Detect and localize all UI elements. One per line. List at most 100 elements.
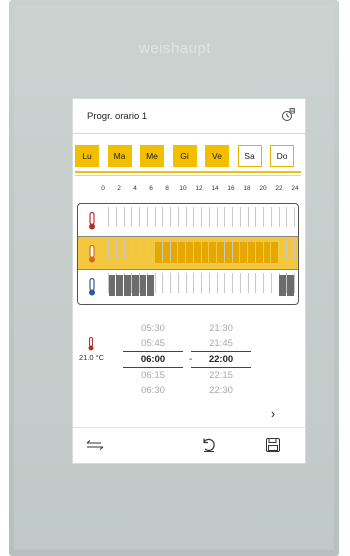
grid-tick bbox=[146, 207, 148, 227]
schedule-block[interactable] bbox=[155, 242, 162, 263]
schedule-block[interactable] bbox=[255, 242, 263, 263]
clock-calendar-icon[interactable] bbox=[281, 108, 295, 122]
schedule-block[interactable] bbox=[116, 275, 123, 296]
schedule-block[interactable] bbox=[124, 275, 131, 296]
time-option[interactable]: 05:30 bbox=[123, 321, 183, 336]
grid-tick bbox=[185, 273, 187, 293]
grid-tick bbox=[170, 273, 171, 293]
grid-tick bbox=[177, 273, 179, 293]
grid-tick bbox=[139, 240, 140, 260]
day-button-sa[interactable]: Sa bbox=[237, 145, 262, 167]
time-option[interactable]: 05:45 bbox=[123, 336, 183, 351]
grid-tick bbox=[232, 207, 233, 227]
grid-tick bbox=[162, 273, 164, 293]
schedule-block[interactable] bbox=[224, 242, 232, 263]
grid-tick bbox=[232, 273, 233, 293]
schedule-grid[interactable] bbox=[77, 203, 299, 305]
grid-tick bbox=[286, 240, 288, 260]
hour-label: 22 bbox=[275, 185, 283, 192]
back-button[interactable] bbox=[75, 432, 115, 458]
thermometer-orange-icon bbox=[89, 245, 95, 263]
schedule-block[interactable] bbox=[170, 242, 178, 263]
hour-label: 18 bbox=[243, 185, 251, 192]
grid-tick bbox=[131, 207, 133, 227]
time-option[interactable]: 21:30 bbox=[191, 321, 251, 336]
schedule-block[interactable] bbox=[147, 275, 154, 296]
time-selector: 05:30 05:45 06:00 06:15 06:30 - 21:30 21:45 22… bbox=[73, 321, 305, 407]
selected-time[interactable]: 22:00 bbox=[191, 351, 251, 368]
schedule-block[interactable] bbox=[108, 275, 116, 296]
grid-tick bbox=[239, 273, 241, 293]
grid-tick bbox=[154, 207, 156, 227]
grid-tick bbox=[294, 240, 295, 260]
hour-label: 4 bbox=[133, 185, 137, 192]
grid-tick bbox=[154, 273, 156, 293]
grid-tick bbox=[224, 207, 226, 227]
grid-tick bbox=[208, 207, 210, 227]
schedule-block[interactable] bbox=[139, 275, 147, 296]
hour-label: 6 bbox=[149, 185, 153, 192]
time-option[interactable]: 06:15 bbox=[123, 368, 183, 383]
schedule-block[interactable] bbox=[263, 242, 271, 263]
schedule-block[interactable] bbox=[186, 242, 193, 263]
undo-button[interactable] bbox=[189, 432, 229, 458]
day-button-lu[interactable]: Lu bbox=[75, 145, 99, 167]
day-button-me[interactable]: Me bbox=[140, 145, 164, 167]
schedule-block[interactable] bbox=[209, 242, 216, 263]
start-time-picker[interactable]: 05:30 05:45 06:00 06:15 06:30 bbox=[123, 321, 183, 398]
schedule-row-2[interactable] bbox=[78, 237, 298, 269]
grid-tick bbox=[201, 207, 202, 227]
selected-time[interactable]: 06:00 bbox=[123, 351, 183, 368]
hour-label: 2 bbox=[117, 185, 121, 192]
grid-tick bbox=[185, 207, 187, 227]
grid-tick bbox=[170, 207, 171, 227]
grid-tick bbox=[216, 207, 218, 227]
schedule-block[interactable] bbox=[178, 242, 185, 263]
schedule-block[interactable] bbox=[131, 275, 139, 296]
schedule-row-1[interactable] bbox=[78, 204, 298, 236]
grid-tick bbox=[216, 273, 218, 293]
grid-tick bbox=[263, 273, 264, 293]
grid-tick bbox=[278, 207, 280, 227]
end-time-picker[interactable]: 21:30 21:45 22:00 22:15 22:30 bbox=[191, 321, 251, 398]
hour-label: 12 bbox=[195, 185, 203, 192]
time-option[interactable]: 22:30 bbox=[191, 383, 251, 398]
grid-tick bbox=[247, 273, 249, 293]
grid-tick bbox=[239, 207, 241, 227]
hour-scale: 0 2 4 6 8 10 12 14 16 18 20 22 24 bbox=[101, 185, 299, 197]
day-button-do[interactable]: Do bbox=[270, 145, 294, 167]
schedule-block[interactable] bbox=[286, 275, 294, 296]
grid-tick bbox=[115, 240, 117, 260]
day-button-ve[interactable]: Ve bbox=[205, 145, 229, 167]
grid-tick bbox=[270, 273, 272, 293]
day-button-gi[interactable]: Gi bbox=[172, 145, 197, 167]
grid-tick bbox=[255, 273, 257, 293]
schedule-block[interactable] bbox=[248, 242, 255, 263]
grid-tick bbox=[131, 240, 133, 260]
next-button[interactable]: › bbox=[259, 405, 287, 423]
schedule-row-3[interactable] bbox=[78, 270, 298, 302]
schedule-block[interactable] bbox=[240, 242, 247, 263]
hour-label: 10 bbox=[179, 185, 187, 192]
day-button-ma[interactable]: Ma bbox=[107, 145, 132, 167]
schedule-block[interactable] bbox=[217, 242, 224, 263]
hour-label: 20 bbox=[259, 185, 267, 192]
weekday-selector: Lu Ma Me Gi Ve Sa Do bbox=[75, 145, 301, 169]
hour-label: 0 bbox=[101, 185, 105, 192]
schedule-block[interactable] bbox=[279, 275, 286, 296]
time-option[interactable]: 06:30 bbox=[123, 383, 183, 398]
grid-tick bbox=[139, 207, 140, 227]
schedule-block[interactable] bbox=[193, 242, 201, 263]
time-option[interactable]: 21:45 bbox=[191, 336, 251, 351]
save-button[interactable] bbox=[253, 432, 293, 458]
day-underline bbox=[75, 171, 301, 173]
schedule-block[interactable] bbox=[271, 242, 278, 263]
schedule-block[interactable] bbox=[201, 242, 209, 263]
day-divider bbox=[75, 175, 301, 176]
time-option[interactable]: 22:15 bbox=[191, 368, 251, 383]
thermometer-red-icon bbox=[89, 212, 95, 230]
schedule-block[interactable] bbox=[162, 242, 170, 263]
grid-tick bbox=[263, 207, 264, 227]
hour-label: 24 bbox=[291, 185, 299, 192]
schedule-block[interactable] bbox=[232, 242, 240, 263]
